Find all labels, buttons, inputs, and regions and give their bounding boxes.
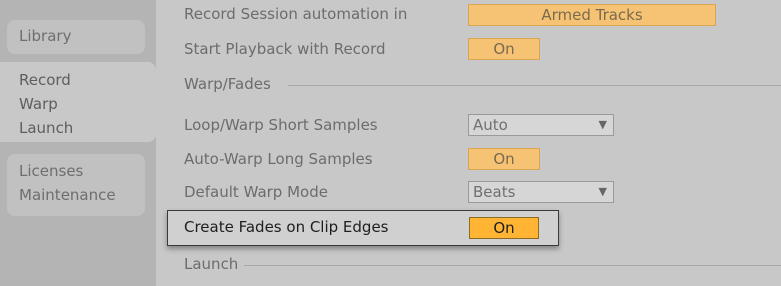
chevron-down-icon: ▼ bbox=[598, 118, 607, 131]
create-fades-toggle[interactable]: On bbox=[469, 217, 539, 239]
auto-warp-toggle[interactable]: On bbox=[468, 148, 540, 170]
loop-warp-value: Auto bbox=[473, 116, 508, 134]
create-fades-label: Create Fades on Clip Edges bbox=[184, 218, 389, 236]
sidebar-group-licenses: Licenses Maintenance bbox=[7, 154, 145, 216]
default-warp-value: Beats bbox=[473, 183, 516, 201]
chevron-down-icon: ▼ bbox=[598, 185, 607, 198]
section-divider bbox=[288, 85, 781, 86]
warp-fades-section-title: Warp/Fades bbox=[184, 75, 271, 93]
create-fades-row-highlight: Create Fades on Clip Edges On bbox=[167, 210, 559, 246]
loop-warp-select[interactable]: Auto ▼ bbox=[468, 114, 614, 136]
default-warp-select[interactable]: Beats ▼ bbox=[468, 181, 614, 203]
launch-section-title: Launch bbox=[184, 255, 239, 273]
sidebar-item-launch[interactable]: Launch bbox=[19, 119, 73, 137]
sidebar-item-record[interactable]: Record bbox=[19, 71, 71, 89]
preferences-sidebar: Library Record Warp Launch Licenses Main… bbox=[0, 0, 156, 286]
start-playback-toggle[interactable]: On bbox=[468, 38, 540, 60]
record-automation-label: Record Session automation in bbox=[184, 5, 408, 23]
section-divider bbox=[244, 265, 781, 266]
sidebar-item-library[interactable]: Library bbox=[19, 27, 71, 45]
sidebar-item-maintenance[interactable]: Maintenance bbox=[19, 186, 116, 204]
loop-warp-label: Loop/Warp Short Samples bbox=[184, 116, 378, 134]
sidebar-group-record-warp-launch: Record Warp Launch bbox=[0, 62, 156, 142]
start-playback-label: Start Playback with Record bbox=[184, 40, 386, 58]
sidebar-group-library: Library bbox=[7, 20, 145, 54]
auto-warp-label: Auto-Warp Long Samples bbox=[184, 150, 373, 168]
sidebar-item-warp[interactable]: Warp bbox=[19, 95, 58, 113]
default-warp-label: Default Warp Mode bbox=[184, 183, 328, 201]
record-automation-chooser[interactable]: Armed Tracks bbox=[468, 4, 716, 26]
sidebar-item-licenses[interactable]: Licenses bbox=[19, 162, 83, 180]
